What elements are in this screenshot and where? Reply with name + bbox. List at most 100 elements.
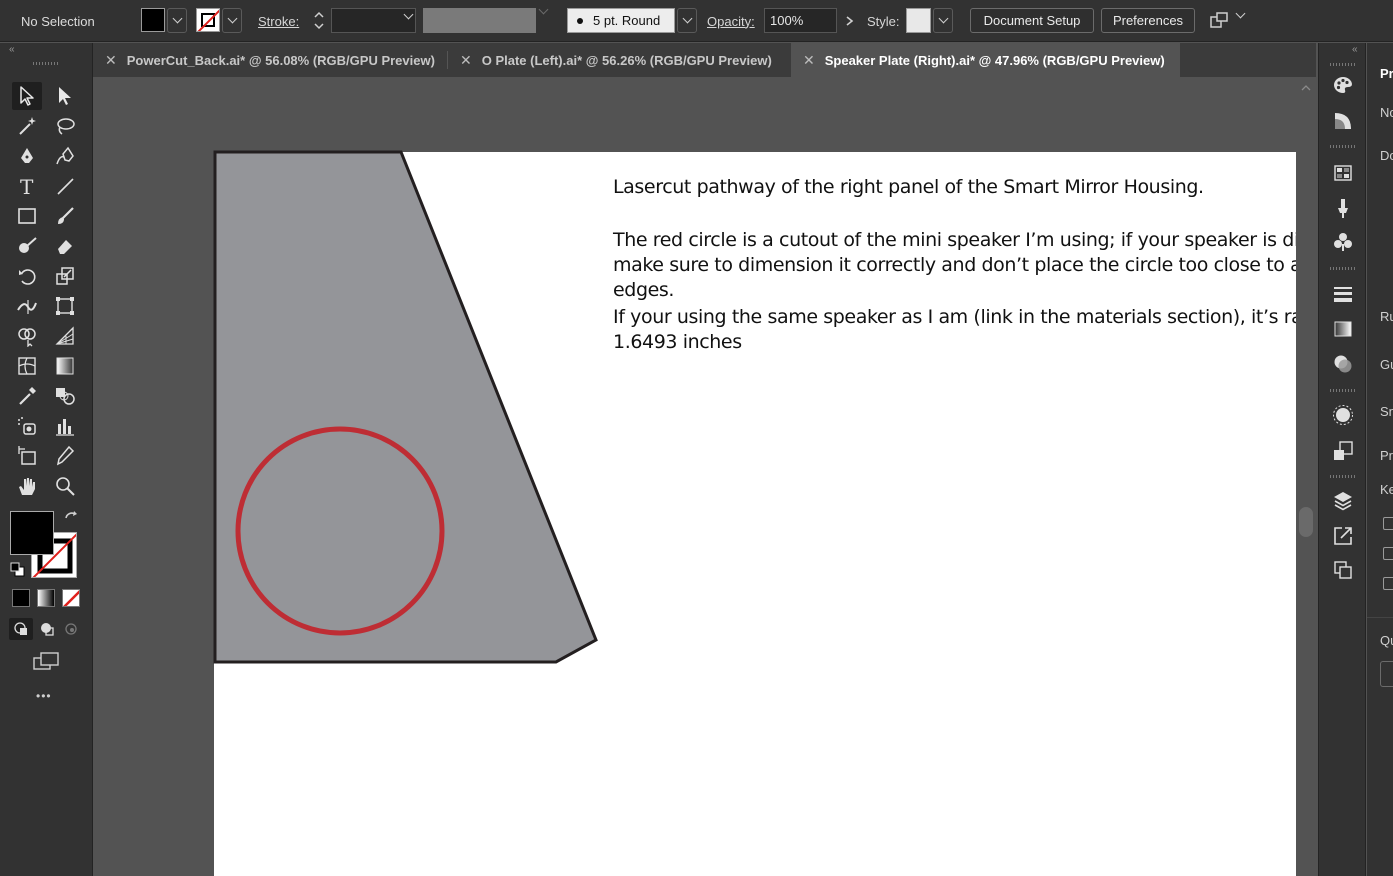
panel-grip[interactable] <box>1330 267 1356 270</box>
tab-o-plate-left[interactable]: ✕ O Plate (Left).ai* @ 56.26% (RGB/GPU P… <box>448 43 790 77</box>
tab-powercut-back[interactable]: ✕ PowerCut_Back.ai* @ 56.08% (RGB/GPU Pr… <box>93 43 447 77</box>
column-graph-tool-icon[interactable] <box>50 412 80 440</box>
stroke-weight-stepper[interactable] <box>310 8 328 33</box>
draw-normal-icon[interactable] <box>9 618 33 640</box>
stroke-dropdown[interactable] <box>222 8 242 33</box>
graphic-styles-icon[interactable] <box>1331 439 1355 463</box>
arrange-dropdown[interactable] <box>1235 8 1246 19</box>
none-mode-button[interactable] <box>62 589 80 607</box>
color-guide-icon[interactable] <box>1331 109 1355 133</box>
eraser-tool-icon[interactable] <box>50 232 80 260</box>
draw-inside-icon[interactable] <box>59 618 83 640</box>
symbols-icon[interactable] <box>1331 230 1355 254</box>
svg-text:T: T <box>20 175 34 197</box>
blend-tool-icon[interactable] <box>50 382 80 410</box>
artboard-tool-icon[interactable] <box>12 442 42 470</box>
preference-checkbox[interactable] <box>1383 517 1393 530</box>
magic-wand-tool-icon[interactable] <box>12 112 42 140</box>
color-mode-button[interactable] <box>12 589 30 607</box>
stroke-weight-input[interactable] <box>331 8 416 33</box>
draw-behind-icon[interactable] <box>35 618 59 640</box>
expand-panels-icon[interactable]: « <box>1352 44 1358 55</box>
graphic-style-swatch[interactable] <box>906 8 931 33</box>
selection-tool-icon[interactable] <box>12 82 42 110</box>
collapse-panel-icon[interactable]: « <box>9 44 15 55</box>
layers-icon[interactable] <box>1331 489 1355 513</box>
brush-dropdown[interactable] <box>677 8 697 33</box>
opacity-expand-button[interactable] <box>839 8 859 33</box>
artboards-panel-icon[interactable] <box>1331 558 1355 582</box>
slice-tool-icon[interactable] <box>50 442 80 470</box>
panel-grip[interactable] <box>1330 63 1356 66</box>
preference-checkbox[interactable] <box>1383 547 1393 560</box>
vertical-scrollbar[interactable] <box>1296 77 1316 876</box>
fill-color-proxy[interactable] <box>10 511 54 555</box>
hand-tool-icon[interactable] <box>12 472 42 500</box>
shape-builder-tool-icon[interactable] <box>12 322 42 350</box>
default-fill-stroke-icon[interactable] <box>10 562 26 583</box>
zoom-tool-icon[interactable] <box>50 472 80 500</box>
close-icon[interactable]: ✕ <box>460 52 472 69</box>
style-dropdown[interactable] <box>933 8 953 33</box>
rectangle-tool-icon[interactable] <box>12 202 42 230</box>
right-panel-cut-path[interactable] <box>213 150 598 664</box>
shaper-tool-icon[interactable] <box>12 232 42 260</box>
color-palette-icon[interactable] <box>1331 74 1355 98</box>
gradient-mode-button[interactable] <box>37 589 55 607</box>
screen-mode-icon[interactable] <box>31 649 61 673</box>
properties-title[interactable]: Pr <box>1380 66 1393 81</box>
perspective-grid-tool-icon[interactable] <box>50 322 80 350</box>
transparency-icon[interactable] <box>1331 352 1355 376</box>
chevron-down-icon <box>682 13 692 24</box>
swatches-icon[interactable] <box>1331 161 1355 185</box>
rotate-tool-icon[interactable] <box>12 262 42 290</box>
preference-checkbox[interactable] <box>1383 577 1393 590</box>
lasso-tool-icon[interactable] <box>50 112 80 140</box>
width-tool-icon[interactable] <box>12 292 42 320</box>
close-icon[interactable]: ✕ <box>803 52 815 69</box>
scroll-up-icon[interactable] <box>1300 83 1312 93</box>
brush-definition-field[interactable]: 5 pt. Round <box>567 8 675 33</box>
stroke-panel-icon[interactable] <box>1331 282 1355 306</box>
panel-grip[interactable] <box>33 62 59 65</box>
chevron-down-icon <box>1235 8 1246 19</box>
fill-dropdown[interactable] <box>167 8 187 33</box>
fill-swatch[interactable] <box>141 8 165 32</box>
panel-grip[interactable] <box>1330 145 1356 148</box>
edit-toolbar-icon[interactable]: ••• <box>36 689 52 703</box>
gradient-panel-icon[interactable] <box>1331 317 1355 341</box>
tab-speaker-plate-right[interactable]: ✕ Speaker Plate (Right).ai* @ 47.96% (RG… <box>791 43 1180 77</box>
brushes-icon[interactable] <box>1331 196 1355 220</box>
paintbrush-tool-icon[interactable] <box>50 202 80 230</box>
mesh-tool-icon[interactable] <box>12 352 42 380</box>
appearance-icon[interactable] <box>1331 403 1355 427</box>
symbol-sprayer-tool-icon[interactable] <box>12 412 42 440</box>
swap-fill-stroke-icon[interactable] <box>63 510 79 531</box>
opacity-label[interactable]: Opacity: <box>707 0 755 42</box>
canvas-area[interactable]: Lasercut pathway of the right panel of t… <box>94 77 1296 876</box>
profile-dropdown[interactable] <box>538 4 549 15</box>
quick-action-button[interactable] <box>1380 661 1393 687</box>
type-tool-icon[interactable]: T <box>12 172 42 200</box>
panel-grip[interactable] <box>1330 389 1356 392</box>
direct-selection-tool-icon[interactable] <box>50 82 80 110</box>
panel-grip[interactable] <box>1330 475 1356 478</box>
line-segment-tool-icon[interactable] <box>50 172 80 200</box>
scale-tool-icon[interactable] <box>50 262 80 290</box>
gradient-tool-icon[interactable] <box>50 352 80 380</box>
curvature-tool-icon[interactable] <box>50 142 80 170</box>
document-setup-button[interactable]: Document Setup <box>970 8 1094 33</box>
opacity-input[interactable]: 100% <box>764 8 837 33</box>
free-transform-tool-icon[interactable] <box>50 292 80 320</box>
stroke-swatch[interactable] <box>196 8 220 32</box>
stroke-label[interactable]: Stroke: <box>258 0 299 42</box>
eyedropper-tool-icon[interactable] <box>12 382 42 410</box>
none-icon <box>63 590 79 606</box>
preferences-button[interactable]: Preferences <box>1101 8 1195 33</box>
arrange-documents-icon[interactable] <box>1208 10 1230 32</box>
pen-tool-icon[interactable] <box>12 142 42 170</box>
variable-width-profile[interactable] <box>423 8 536 33</box>
close-icon[interactable]: ✕ <box>105 52 117 69</box>
scrollbar-thumb[interactable] <box>1299 507 1313 537</box>
export-icon[interactable] <box>1331 524 1355 548</box>
